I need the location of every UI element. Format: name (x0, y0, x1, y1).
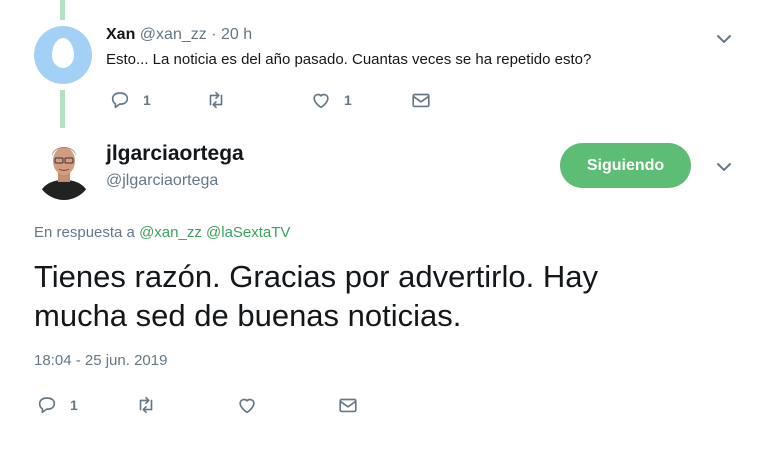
reply-time[interactable]: · 20 h (211, 26, 252, 43)
retweet-icon (209, 91, 223, 109)
heart-icon (239, 398, 255, 414)
main-reply-button[interactable]: 1 (36, 394, 78, 416)
replying-to: En respuesta a @xan_zz @laSextaTV (34, 224, 290, 241)
main-reply-count: 1 (70, 397, 78, 413)
replying-prefix: En respuesta a (34, 224, 135, 241)
reply-text: Esto... La noticia es del año pasado. Cu… (106, 51, 592, 68)
reply-author-handle[interactable]: @xan_zz (140, 26, 207, 43)
main-author-handle[interactable]: @jlgarciaortega (106, 172, 218, 190)
replying-user-lasexta[interactable]: @laSextaTV (206, 224, 290, 241)
main-tweet-text: Tienes razón. Gracias por advertirlo. Ha… (34, 257, 598, 335)
user-avatar[interactable] (34, 134, 94, 200)
reply-reply-count: 1 (143, 92, 151, 108)
reply-like-button[interactable]: 1 (310, 89, 352, 111)
reply-like-count: 1 (344, 92, 352, 108)
following-button[interactable]: Siguiendo (560, 143, 691, 188)
main-author-name[interactable]: jlgarciaortega (106, 142, 244, 166)
envelope-icon (339, 398, 357, 413)
reply-icon (111, 92, 129, 109)
main-message-button[interactable] (337, 394, 359, 416)
main-timestamp[interactable]: 18:04 - 25 jun. 2019 (34, 352, 167, 369)
main-retweet-button[interactable] (135, 394, 157, 416)
heart-icon (313, 93, 329, 109)
thread-line-top (60, 0, 65, 20)
reply-retweet-button[interactable] (205, 89, 227, 111)
thread-line-bottom (60, 90, 65, 128)
main-tweet-text-line1: Tienes razón. Gracias por advertirlo. Ha… (34, 259, 598, 294)
main-like-button[interactable] (236, 394, 258, 416)
egg-icon (52, 38, 74, 68)
reply-reply-button[interactable]: 1 (109, 89, 151, 111)
retweet-icon (139, 396, 153, 414)
reply-author-name[interactable]: Xan (106, 26, 135, 43)
replying-user-xan[interactable]: @xan_zz (139, 224, 202, 241)
reply-chevron-down-icon[interactable] (714, 29, 734, 49)
main-tweet-text-line2: mucha sed de buenas noticias. (34, 298, 462, 333)
envelope-icon (412, 93, 430, 108)
reply-message-button[interactable] (410, 89, 432, 111)
default-avatar[interactable] (34, 26, 92, 84)
reply-header: Xan @xan_zz · 20 h (106, 26, 252, 44)
main-chevron-down-icon[interactable] (714, 157, 734, 177)
reply-icon (38, 397, 56, 414)
